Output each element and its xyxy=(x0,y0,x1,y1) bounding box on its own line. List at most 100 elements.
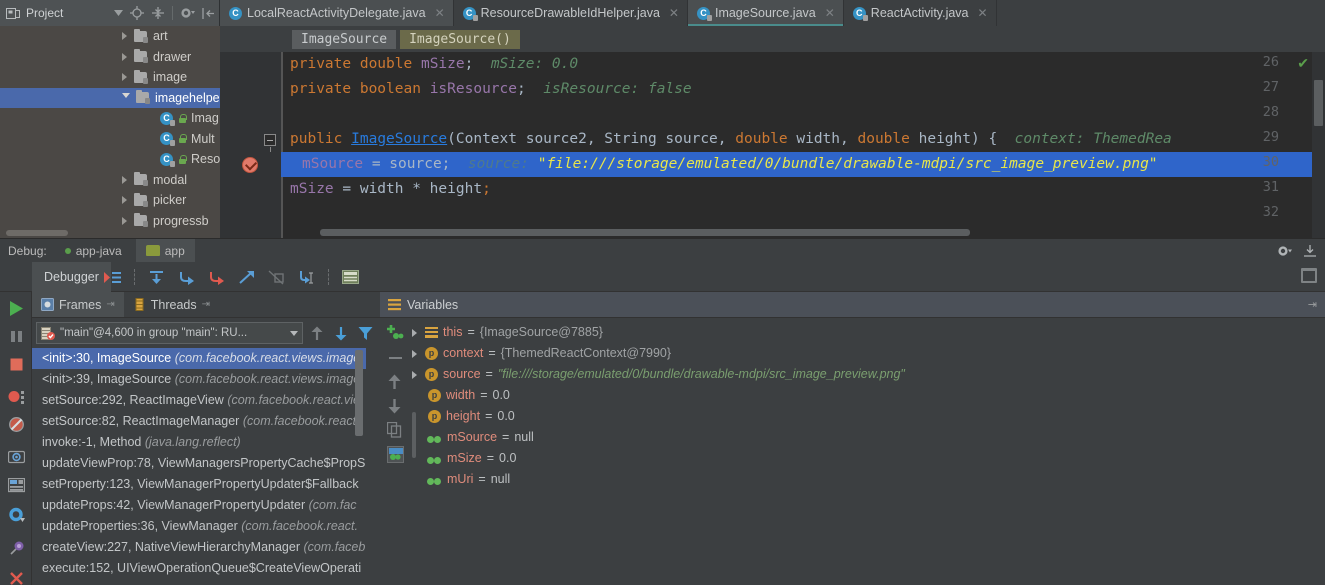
chevron-right-icon[interactable] xyxy=(122,73,127,82)
variable-row-width[interactable]: p width = 0.0 xyxy=(410,385,1325,406)
move-down-icon[interactable] xyxy=(331,326,351,341)
frame-row-7[interactable]: updateProps:42, ViewManagerPropertyUpdat… xyxy=(32,495,366,516)
move-up-icon[interactable] xyxy=(307,326,327,341)
editor-tab-0[interactable]: C LocalReactActivityDelegate.java ✕ xyxy=(220,0,454,26)
tab-frames[interactable]: Frames ⇥ xyxy=(32,292,124,317)
frame-row-6[interactable]: setProperty:123, ViewManagerPropertyUpda… xyxy=(32,474,366,495)
pin-icon[interactable] xyxy=(8,540,25,557)
close-icon[interactable]: ✕ xyxy=(978,6,988,20)
chevron-down-icon[interactable] xyxy=(290,330,298,336)
editor-tab-2[interactable]: C ImageSource.java ✕ xyxy=(687,0,844,26)
step-out-icon[interactable] xyxy=(238,270,255,285)
new-watch-icon[interactable] xyxy=(387,324,404,341)
chevron-right-icon[interactable] xyxy=(122,196,127,205)
gear-icon[interactable] xyxy=(1277,244,1293,258)
pin-icon[interactable]: ⇥ xyxy=(106,299,114,310)
frames-vertical-scrollbar[interactable] xyxy=(355,350,363,436)
tree-item-art[interactable]: art xyxy=(0,26,220,47)
editor-tab-1[interactable]: C ResourceDrawableIdHelper.java ✕ xyxy=(453,0,688,26)
tree-item-class-2[interactable]: C Reso xyxy=(0,149,220,170)
inspection-ok-icon[interactable]: ✔ xyxy=(1297,55,1309,72)
project-panel-header[interactable]: Project xyxy=(0,0,220,26)
frame-row-10[interactable]: execute:152, UIViewOperationQueue$Create… xyxy=(32,558,366,579)
mute-breakpoints-icon[interactable] xyxy=(8,416,25,433)
force-step-into-icon[interactable] xyxy=(208,270,225,285)
breakpoint-icon[interactable] xyxy=(242,157,258,173)
chevron-right-icon[interactable] xyxy=(412,349,417,358)
variable-row-context[interactable]: p context = {ThemedReactContext@7990} xyxy=(410,343,1325,364)
collapse-all-icon[interactable] xyxy=(151,6,165,20)
project-tree[interactable]: art drawer image imagehelper C Imag C Mu… xyxy=(0,26,220,238)
code-fold-icon[interactable] xyxy=(264,134,276,152)
frame-row-3[interactable]: setSource:82, ReactImageManager (com.fac… xyxy=(32,411,366,432)
pause-program-icon[interactable] xyxy=(8,328,25,345)
tree-item-image[interactable]: image xyxy=(0,67,220,88)
tree-item-class-1[interactable]: C Mult xyxy=(0,129,220,150)
tree-item-class-0[interactable]: C Imag xyxy=(0,108,220,129)
step-into-icon[interactable] xyxy=(178,270,195,285)
inspect-icon[interactable] xyxy=(387,446,404,463)
view-breakpoints-icon[interactable] xyxy=(8,388,25,405)
chevron-right-icon[interactable] xyxy=(412,328,417,337)
chevron-down-icon[interactable] xyxy=(114,10,123,16)
run-to-cursor-icon[interactable] xyxy=(298,270,315,285)
editor-tab-3[interactable]: C ReactActivity.java ✕ xyxy=(843,0,997,26)
frame-row-2[interactable]: setSource:292, ReactImageView (com.faceb… xyxy=(32,390,366,411)
stop-icon[interactable] xyxy=(8,356,25,373)
pin-icon[interactable]: ⇥ xyxy=(1308,298,1317,311)
debug-app-tab[interactable]: app xyxy=(135,238,195,263)
editor-vertical-scrollbar[interactable] xyxy=(1312,52,1325,238)
code-area[interactable]: 26 27 28 29 30 31 32 private double mSiz… xyxy=(220,52,1325,238)
move-down-icon[interactable] xyxy=(387,398,404,415)
chevron-down-icon[interactable] xyxy=(122,93,130,102)
tree-horizontal-scrollbar[interactable] xyxy=(6,230,68,236)
frames-list[interactable]: <init>:30, ImageSource (com.facebook.rea… xyxy=(32,348,366,585)
close-icon[interactable]: ✕ xyxy=(669,6,679,20)
resume-program-icon[interactable] xyxy=(8,300,25,317)
locate-icon[interactable] xyxy=(130,6,144,20)
scrollbar-thumb[interactable] xyxy=(1314,80,1323,126)
layout-icon[interactable] xyxy=(8,478,25,495)
chevron-right-icon[interactable] xyxy=(122,52,127,61)
variable-row-mSize[interactable]: mSize = 0.0 xyxy=(410,448,1325,469)
frame-row-0[interactable]: <init>:30, ImageSource (com.facebook.rea… xyxy=(32,348,366,369)
move-up-icon[interactable] xyxy=(387,374,404,391)
hide-panel-icon[interactable] xyxy=(1303,244,1317,258)
variable-row-mSource[interactable]: mSource = null xyxy=(410,427,1325,448)
gear-icon[interactable] xyxy=(180,6,195,20)
thread-selector[interactable]: "main"@4,600 in group "main": RU... xyxy=(36,322,303,344)
tree-item-progressbar[interactable]: progressb xyxy=(0,211,220,232)
frame-row-1[interactable]: <init>:39, ImageSource (com.facebook.rea… xyxy=(32,369,366,390)
hide-panel-icon[interactable] xyxy=(202,7,215,20)
breadcrumb-item-class[interactable]: ImageSource xyxy=(292,29,397,49)
chevron-right-icon[interactable] xyxy=(122,175,127,184)
variable-row-mUri[interactable]: mUri = null xyxy=(410,469,1325,490)
step-over-icon[interactable] xyxy=(148,270,165,285)
show-execution-point-icon[interactable] xyxy=(104,270,121,285)
frame-row-8[interactable]: updateProperties:36, ViewManager (com.fa… xyxy=(32,516,366,537)
variables-scroll-indicator[interactable] xyxy=(412,412,416,458)
close-icon[interactable]: ✕ xyxy=(435,6,445,20)
frame-row-9[interactable]: createView:227, NativeViewHierarchyManag… xyxy=(32,537,366,558)
variable-row-height[interactable]: p height = 0.0 xyxy=(410,406,1325,427)
variable-row-source[interactable]: p source = "file:///storage/emulated/0/b… xyxy=(410,364,1325,385)
chevron-right-icon[interactable] xyxy=(122,216,127,225)
drop-frame-icon[interactable] xyxy=(268,269,285,285)
remove-watch-icon[interactable] xyxy=(387,350,404,367)
pin-icon[interactable]: ⇥ xyxy=(202,299,210,310)
editor-horizontal-scrollbar[interactable] xyxy=(320,229,970,236)
settings-camera-icon[interactable] xyxy=(8,448,25,465)
filter-icon[interactable] xyxy=(355,326,376,341)
chevron-right-icon[interactable] xyxy=(122,32,127,41)
breadcrumb-item-method[interactable]: ImageSource() xyxy=(400,29,520,49)
tab-threads[interactable]: Threads ⇥ xyxy=(124,292,219,317)
debug-config-tab[interactable]: app-java xyxy=(64,244,122,258)
tree-item-picker[interactable]: picker xyxy=(0,190,220,211)
restore-layout-icon[interactable] xyxy=(1301,268,1317,283)
close-icon[interactable]: ✕ xyxy=(825,6,835,20)
gear-icon[interactable] xyxy=(8,506,25,523)
variable-row-this[interactable]: this = {ImageSource@7885} xyxy=(410,322,1325,343)
close-icon[interactable] xyxy=(8,570,25,585)
chevron-right-icon[interactable] xyxy=(412,370,417,379)
tree-item-modal[interactable]: modal xyxy=(0,170,220,191)
